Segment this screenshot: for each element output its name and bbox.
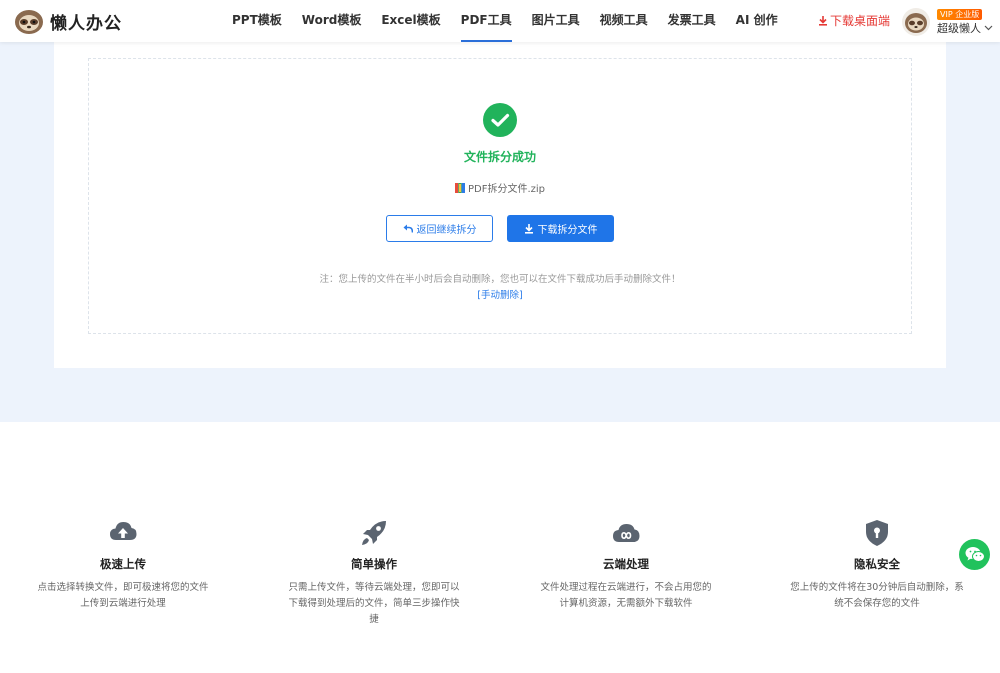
zip-file-icon xyxy=(454,182,465,193)
avatar[interactable] xyxy=(902,8,930,36)
download-client-link[interactable]: 下载桌面端 xyxy=(818,12,890,29)
back-continue-split-button[interactable]: 返回继续拆分 xyxy=(386,215,493,242)
download-icon xyxy=(819,15,827,26)
privacy-shield-icon xyxy=(866,520,888,546)
user-name: 超级懒人 xyxy=(937,22,981,35)
vip-badge: VIP 企业版 xyxy=(937,9,983,20)
chevron-down-icon xyxy=(984,25,993,31)
cloud-upload-icon xyxy=(110,522,137,540)
top-header: 懒人办公 PPT模板 Word模板 Excel模板 PDF工具 图片工具 视频工… xyxy=(0,0,1000,42)
sloth-avatar-icon xyxy=(905,13,927,33)
result-file: PDF拆分文件.zip xyxy=(400,180,600,195)
feature-title: 云端处理 xyxy=(603,557,649,571)
sloth-logo-icon xyxy=(15,10,43,34)
download-client-label: 下载桌面端 xyxy=(830,14,891,28)
manual-delete-link[interactable]: [手动删除] xyxy=(450,287,550,301)
success-check-icon xyxy=(483,103,517,137)
rocket-icon xyxy=(362,521,386,545)
nav-video-tools[interactable]: 视频工具 xyxy=(590,0,658,42)
file-name: PDF拆分文件.zip xyxy=(467,184,546,195)
return-arrow-icon xyxy=(403,224,413,233)
site-logo[interactable]: 懒人办公 xyxy=(12,6,122,36)
auto-delete-note: 注：您上传的文件在半小时后会自动删除，您也可以在文件下载成功后手动删除文件！ xyxy=(319,274,681,285)
feature-simple-operation: 简单操作 只需上传文件，等待云端处理，您即可以 下载得到处理后的文件，简单三步操… xyxy=(274,518,474,628)
feature-cloud-processing: 云端处理 文件处理过程在云端进行，不会占用您的 计算机资源，无需额外下载软件 xyxy=(526,518,726,612)
user-menu[interactable]: 超级懒人 xyxy=(937,20,993,36)
wechat-contact-button[interactable] xyxy=(959,539,990,570)
success-message: 文件拆分成功 xyxy=(463,150,536,164)
nav-ai-creation[interactable]: AI 创作 xyxy=(726,0,788,42)
nav-image-tools[interactable]: 图片工具 xyxy=(522,0,590,42)
nav-pdf-tools[interactable]: PDF工具 xyxy=(451,0,522,42)
feature-description: 只需上传文件，等待云端处理，您即可以 下载得到处理后的文件，简单三步操作快 捷 xyxy=(288,582,460,625)
feature-description: 您上传的文件将在30分钟后自动删除，系 统不会保存您的文件 xyxy=(790,582,964,609)
cloud-processing-icon xyxy=(613,524,640,542)
nav-excel-templates[interactable]: Excel模板 xyxy=(371,0,450,42)
feature-title: 隐私安全 xyxy=(854,557,900,571)
download-split-file-button[interactable]: 下载拆分文件 xyxy=(507,215,614,242)
feature-description: 点击选择转换文件，即可极速将您的文件 上传到云端进行处理 xyxy=(37,582,209,609)
feature-title: 极速上传 xyxy=(100,557,146,571)
download-icon xyxy=(524,223,533,234)
nav-ppt-templates[interactable]: PPT模板 xyxy=(222,0,292,42)
feature-title: 简单操作 xyxy=(351,557,397,571)
logo-text: 懒人办公 xyxy=(50,13,122,34)
wechat-icon xyxy=(965,547,985,562)
feature-fast-upload: 极速上传 点击选择转换文件，即可极速将您的文件 上传到云端进行处理 xyxy=(23,518,223,612)
feature-description: 文件处理过程在云端进行，不会占用您的 计算机资源，无需额外下载软件 xyxy=(540,582,712,609)
feature-privacy-security: 隐私安全 您上传的文件将在30分钟后自动删除，系 统不会保存您的文件 xyxy=(777,518,977,612)
download-button-label: 下载拆分文件 xyxy=(537,225,598,236)
nav-invoice-tools[interactable]: 发票工具 xyxy=(658,0,726,42)
nav-word-templates[interactable]: Word模板 xyxy=(292,0,372,42)
main-nav: PPT模板 Word模板 Excel模板 PDF工具 图片工具 视频工具 发票工… xyxy=(222,0,788,42)
back-button-label: 返回继续拆分 xyxy=(416,225,477,236)
